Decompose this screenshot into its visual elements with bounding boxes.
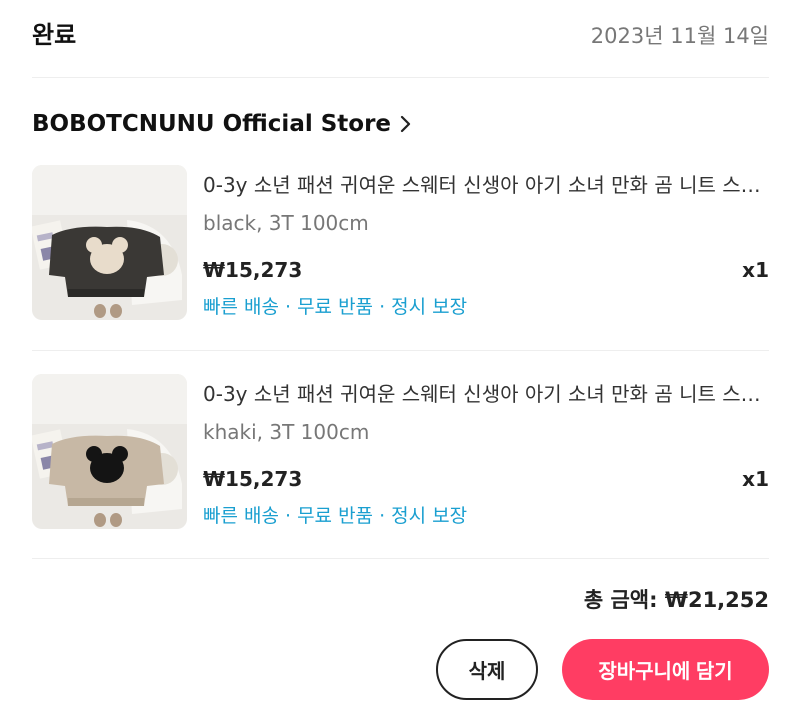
- product-option: black, 3T 100cm: [203, 211, 369, 235]
- product-title[interactable]: 0-3y 소년 패션 귀여운 스웨터 신생아 아기 소녀 만화 곰 니트 스웨터: [203, 171, 769, 199]
- chevron-right-icon: [399, 115, 413, 133]
- order-status: 완료: [32, 21, 77, 49]
- product-image[interactable]: [32, 165, 187, 320]
- product-price: ₩15,273: [203, 258, 303, 282]
- product-quantity: x1: [742, 467, 769, 491]
- product-image[interactable]: [32, 374, 187, 529]
- product-price: ₩15,273: [203, 467, 303, 491]
- add-to-cart-button[interactable]: 장바구니에 담기: [562, 639, 769, 700]
- store-link[interactable]: BOBOTCNUNU Official Store: [32, 108, 413, 140]
- order-item[interactable]: 0-3y 소년 패션 귀여운 스웨터 신생아 아기 소녀 만화 곰 니트 스웨터…: [32, 374, 769, 559]
- order-card: 완료 2023년 11월 14일 BOBOTCNUNU Official Sto…: [32, 0, 769, 721]
- order-item[interactable]: 0-3y 소년 패션 귀여운 스웨터 신생아 아기 소녀 만화 곰 니트 스웨터…: [32, 165, 769, 351]
- product-title[interactable]: 0-3y 소년 패션 귀여운 스웨터 신생아 아기 소녀 만화 곰 니트 스웨터: [203, 380, 769, 408]
- product-quantity: x1: [742, 258, 769, 282]
- delete-button[interactable]: 삭제: [436, 639, 538, 700]
- store-name: BOBOTCNUNU Official Store: [32, 111, 392, 137]
- order-header: 완료 2023년 11월 14일: [32, 0, 769, 78]
- delivery-perks: 빠른 배송 · 무료 반품 · 정시 보장: [203, 505, 468, 527]
- order-date: 2023년 11월 14일: [590, 24, 769, 48]
- order-total: 총 금액: ₩21,252: [583, 588, 769, 612]
- delivery-perks: 빠른 배송 · 무료 반품 · 정시 보장: [203, 296, 468, 318]
- product-option: khaki, 3T 100cm: [203, 420, 370, 444]
